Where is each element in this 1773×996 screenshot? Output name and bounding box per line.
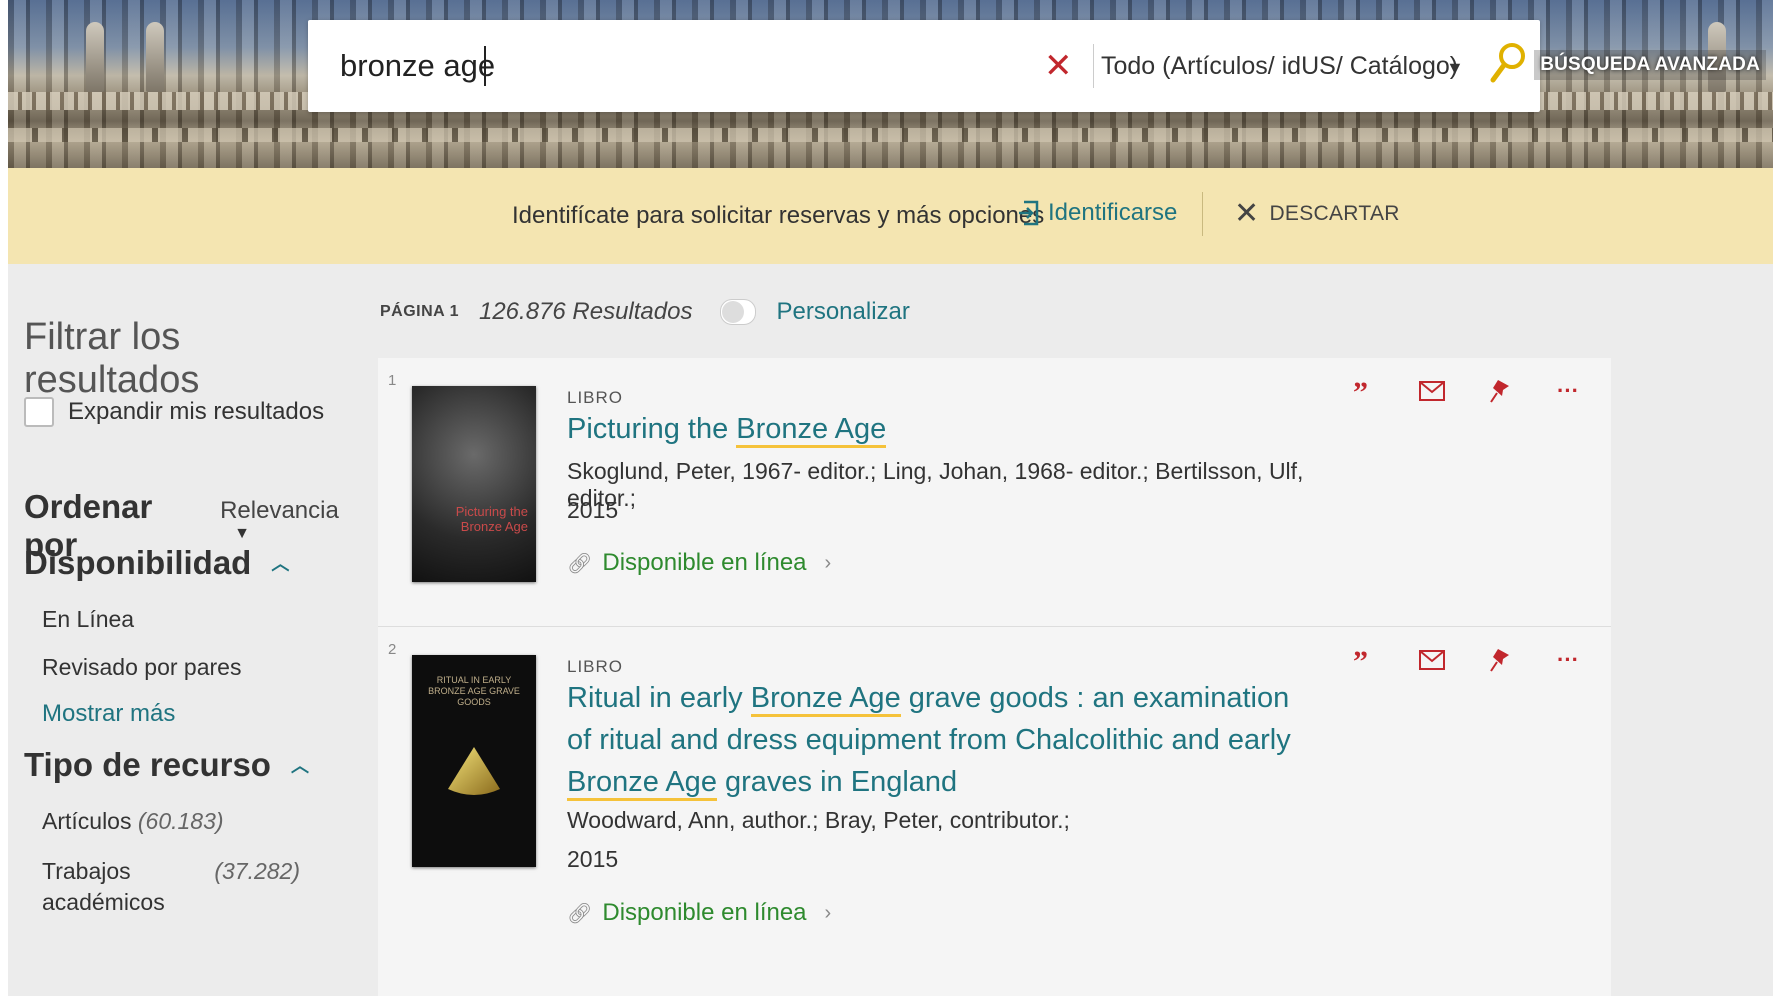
sort-value: Relevancia — [220, 497, 339, 524]
filter-sidebar: Filtrar los resultados Expandir mis resu… — [8, 264, 363, 996]
result-year: 2015 — [567, 846, 619, 872]
result-title-link[interactable]: Picturing the Bronze Age — [567, 408, 1307, 450]
title-text: Picturing the — [567, 413, 737, 445]
login-notice-bar: Identifícate para solicitar reservas y m… — [8, 168, 1773, 264]
result-year: 2015 — [567, 497, 619, 523]
login-label: Identificarse — [1048, 199, 1178, 226]
chevron-right-icon: › — [824, 551, 832, 574]
facet-count: (37.282) — [214, 858, 300, 884]
book-cover[interactable]: RITUAL IN EARLY BRONZE AGE GRAVE GOODS — [412, 655, 536, 867]
sort-select[interactable]: Relevancia ▼ — [220, 497, 363, 543]
quote-icon[interactable]: ” — [1351, 647, 1377, 673]
banner-statue — [146, 22, 164, 92]
title-highlight: Bronze Age — [736, 413, 887, 448]
title-highlight: Bronze Age — [567, 766, 717, 801]
facet-count: (60.183) — [137, 808, 224, 834]
chevron-right-icon: › — [824, 901, 832, 924]
ellipsis-icon[interactable]: ··· — [1555, 378, 1581, 404]
app-frame: ✕ Todo (Artículos/ idUS/ Catálogo) ▼ BÚS… — [8, 0, 1773, 996]
result-item: 2 RITUAL IN EARLY BRONZE AGE GRAVE GOODS… — [378, 627, 1611, 996]
result-item: 1 Picturing the Bronze Age LIBRO Picturi… — [378, 358, 1611, 627]
toggle-knob — [722, 301, 745, 323]
availability-label: Disponible en línea — [602, 549, 807, 576]
link-icon: 🔗︎ — [567, 902, 593, 925]
close-icon: ✕ — [1234, 197, 1260, 230]
facet-item-online[interactable]: En Línea — [42, 606, 134, 633]
search-divider — [1093, 44, 1094, 88]
facet-item-peer-reviewed[interactable]: Revisado por pares — [42, 654, 241, 681]
banner-statue — [86, 22, 104, 92]
search-scope-select[interactable]: Todo (Artículos/ idUS/ Catálogo) — [1101, 46, 1458, 86]
notice-text: Identifícate para solicitar reservas y m… — [512, 202, 1045, 229]
advanced-search-link[interactable]: BÚSQUEDA AVANZADA — [1534, 50, 1766, 80]
result-number: 2 — [388, 641, 397, 658]
svg-text:”: ” — [1353, 651, 1368, 669]
search-bar: ✕ Todo (Artículos/ idUS/ Catálogo) ▼ — [308, 20, 1540, 112]
facet-title: Tipo de recurso — [24, 746, 271, 783]
expand-label: Expandir mis resultados — [68, 398, 325, 425]
envelope-icon[interactable] — [1419, 647, 1445, 673]
login-link[interactable]: Identificarse — [1018, 198, 1177, 228]
header-banner: ✕ Todo (Artículos/ idUS/ Catálogo) ▼ BÚS… — [8, 0, 1773, 168]
result-actions: ” ··· — [1351, 378, 1581, 404]
title-text: graves in England — [716, 766, 958, 798]
resource-type: LIBRO — [567, 388, 624, 407]
expand-results-checkbox[interactable]: Expandir mis resultados — [24, 397, 324, 427]
filter-title: Filtrar los resultados — [24, 316, 200, 401]
result-authors: Woodward, Ann, author.; Bray, Peter, con… — [567, 807, 1070, 833]
availability-link[interactable]: 🔗︎ Disponible en línea › — [567, 899, 831, 927]
page-label: PÁGINA 1 — [380, 303, 459, 320]
results-header: PÁGINA 1 126.876 Resultados Personalizar — [380, 298, 910, 326]
result-actions: ” ··· — [1351, 647, 1581, 673]
cover-title: Picturing the Bronze Age — [455, 504, 528, 534]
banner-decoration — [8, 128, 1773, 142]
title-highlight: Bronze Age — [750, 682, 901, 717]
notice-divider — [1202, 192, 1203, 236]
availability-label: Disponible en línea — [602, 899, 807, 926]
cover-title: RITUAL IN EARLY BRONZE AGE GRAVE GOODS — [428, 675, 520, 707]
results-count: 126.876 Resultados — [478, 298, 693, 325]
login-icon — [1019, 200, 1039, 226]
chevron-up-icon: ︿ — [271, 554, 290, 574]
svg-text:”: ” — [1353, 382, 1368, 400]
link-icon: 🔗︎ — [567, 552, 593, 575]
facet-resource-type-toggle[interactable]: Tipo de recurso ︿ — [24, 746, 309, 784]
text-caret — [484, 46, 486, 86]
pin-icon[interactable] — [1487, 647, 1513, 673]
ellipsis-icon[interactable]: ··· — [1555, 647, 1581, 673]
personalize-toggle[interactable] — [720, 299, 757, 325]
title-text: Ritual in early — [567, 682, 751, 714]
caret-down-icon: ▼ — [234, 525, 250, 542]
facet-item-academic-works[interactable]: Trabajos académicos (37.282) — [42, 856, 300, 918]
facet-title: Disponibilidad — [24, 544, 252, 581]
personalize-label[interactable]: Personalizar — [776, 298, 909, 326]
book-cover[interactable]: Picturing the Bronze Age — [412, 386, 536, 582]
cover-artwork — [448, 747, 500, 795]
quote-icon[interactable]: ” — [1351, 378, 1377, 404]
checkbox[interactable] — [24, 397, 54, 427]
envelope-icon[interactable] — [1419, 378, 1445, 404]
close-icon[interactable]: ✕ — [1044, 46, 1073, 86]
search-icon[interactable] — [1488, 40, 1528, 90]
dismiss-button[interactable]: ✕ DESCARTAR — [1234, 197, 1400, 230]
show-more-link[interactable]: Mostrar más — [42, 700, 175, 728]
facet-label: Trabajos académicos — [42, 858, 165, 915]
availability-link[interactable]: 🔗︎ Disponible en línea › — [567, 549, 831, 577]
search-input[interactable] — [340, 44, 990, 88]
result-title-link[interactable]: Ritual in early Bronze Age grave goods :… — [567, 677, 1307, 803]
result-number: 1 — [388, 372, 397, 389]
facet-availability-toggle[interactable]: Disponibilidad ︿ — [24, 544, 289, 582]
caret-down-icon[interactable]: ▼ — [1446, 48, 1464, 88]
result-authors: Skoglund, Peter, 1967- editor.; Ling, Jo… — [567, 458, 1304, 511]
chevron-up-icon: ︿ — [290, 756, 309, 776]
resource-type: LIBRO — [567, 657, 624, 676]
dismiss-label: DESCARTAR — [1269, 202, 1400, 225]
pin-icon[interactable] — [1487, 378, 1513, 404]
facet-item-articles[interactable]: Artículos (60.183) — [42, 808, 224, 835]
facet-label: Artículos — [42, 808, 132, 834]
